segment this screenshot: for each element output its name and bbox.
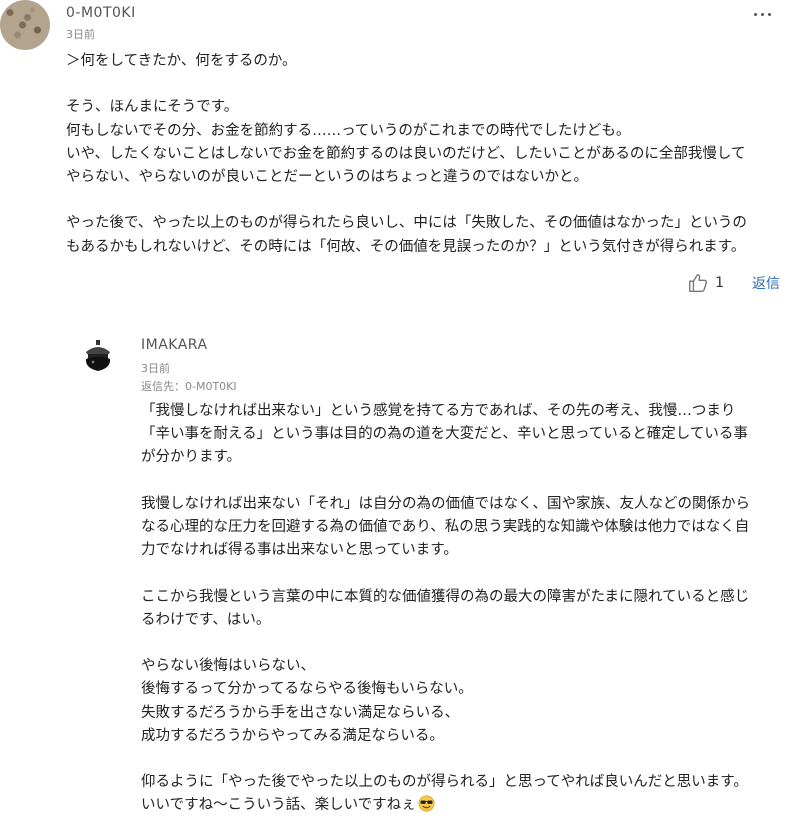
- pebbles-avatar-icon[interactable]: [0, 0, 50, 50]
- reply-to-label[interactable]: 返信先：0-M0T0KI: [141, 378, 237, 394]
- reply-button[interactable]: 返信: [752, 273, 780, 293]
- reply-comment-item: IMAKARA 3日前 返信先：0-M0T0KI 「我慢しなければ出来ない」とい…: [0, 330, 800, 818]
- like-count: 1: [715, 275, 724, 291]
- sunglasses-emoji-icon: [418, 795, 435, 812]
- comment-body: ＞何をしてきたか、何をするのか。 そう、ほんまにそうです。 何もしないでその分、…: [66, 53, 747, 255]
- comment-item: 0-M0T0KI 3日前 ＞何をしてきたか、何をするのか。 そう、ほんまにそうで…: [0, 0, 800, 310]
- character-avatar-icon[interactable]: [84, 340, 112, 372]
- comment-body-text: 「我慢しなければ出来ない」という感覚を持てる方であれば、その先の考え、我慢…つま…: [141, 403, 750, 814]
- comment-body: 「我慢しなければ出来ない」という感覚を持てる方であれば、その先の考え、我慢…つま…: [141, 400, 786, 818]
- comment-timestamp: 3日前: [141, 362, 170, 375]
- thumbs-up-icon: [689, 274, 708, 292]
- comment-timestamp: 3日前: [66, 28, 95, 41]
- comment-actions: 1 返信: [687, 272, 780, 294]
- more-options-icon[interactable]: [752, 7, 772, 21]
- comment-username[interactable]: 0-M0T0KI: [66, 5, 136, 21]
- like-button[interactable]: 1: [687, 272, 752, 294]
- comment-username[interactable]: IMAKARA: [141, 337, 208, 353]
